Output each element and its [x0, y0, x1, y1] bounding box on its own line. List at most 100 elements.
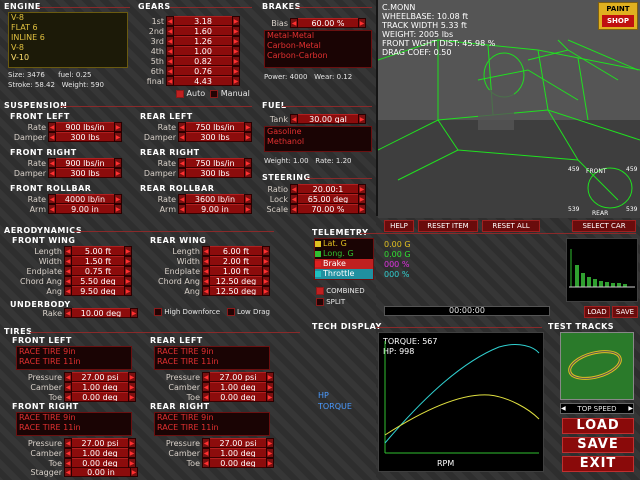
tire-rl-camber-value[interactable]: 1.00 deg: [210, 382, 266, 392]
tire-fl-compound-list[interactable]: RACE TIRE 9in RACE TIRE 11in: [16, 346, 132, 370]
susp-rrb-arm-value[interactable]: 9.00 in: [186, 204, 244, 214]
tire-fl-toe-field[interactable]: ◀ 0.00 deg ▶: [64, 392, 136, 402]
tire-option[interactable]: RACE TIRE 9in: [17, 347, 131, 357]
manual-checkbox[interactable]: [210, 89, 219, 98]
tire-option[interactable]: RACE TIRE 9in: [17, 413, 131, 423]
increase-arrow-icon[interactable]: ▶: [124, 256, 132, 266]
decrease-arrow-icon[interactable]: ◀: [48, 122, 56, 132]
steering-ratio-value[interactable]: 20.00:1: [298, 184, 358, 194]
aero-rw-length-field[interactable]: ◀ 6.00 ft ▶: [202, 246, 270, 256]
susp-rrb-arm-field[interactable]: ◀ 9.00 in ▶: [178, 204, 252, 214]
tire-option[interactable]: RACE TIRE 11in: [17, 423, 131, 433]
increase-arrow-icon[interactable]: ▶: [128, 392, 136, 402]
telemetry-load-button[interactable]: LOAD: [584, 306, 610, 318]
tire-rl-pressure-value[interactable]: 27.00 psi: [210, 372, 266, 382]
gear-0-value[interactable]: 3.18: [174, 16, 232, 26]
high-downforce-checkbox[interactable]: [154, 308, 162, 316]
tire-fr-compound-list[interactable]: RACE TIRE 9in RACE TIRE 11in: [16, 412, 132, 436]
telemetry-channel[interactable]: Lat. G: [315, 239, 373, 249]
aero-fw-length-field[interactable]: ◀ 5.00 ft ▶: [64, 246, 132, 256]
increase-arrow-icon[interactable]: ▶: [266, 382, 274, 392]
decrease-arrow-icon[interactable]: ◀: [202, 256, 210, 266]
decrease-arrow-icon[interactable]: ◀: [166, 16, 174, 26]
decrease-arrow-icon[interactable]: ◀: [290, 204, 298, 214]
tire-rr-toe-field[interactable]: ◀ 0.00 deg ▶: [202, 458, 274, 468]
steering-ratio-field[interactable]: ◀ 20.00:1 ▶: [290, 184, 366, 194]
increase-arrow-icon[interactable]: ▶: [244, 168, 252, 178]
aero-rw-width-field[interactable]: ◀ 2.00 ft ▶: [202, 256, 270, 266]
aero-fw-end-value[interactable]: 0.75 ft: [72, 266, 124, 276]
increase-arrow-icon[interactable]: ▶: [114, 122, 122, 132]
aero-fw-ang-value[interactable]: 9.50 deg: [72, 286, 124, 296]
susp-fl-damper-field[interactable]: ◀ 300 lbs ▶: [48, 132, 122, 142]
increase-arrow-icon[interactable]: ▶: [358, 204, 366, 214]
select-car-button[interactable]: SELECT CAR: [572, 220, 636, 232]
telemetry-save-button[interactable]: SAVE: [612, 306, 638, 318]
aero-fw-width-value[interactable]: 1.50 ft: [72, 256, 124, 266]
increase-arrow-icon[interactable]: ▶: [244, 204, 252, 214]
increase-arrow-icon[interactable]: ▶: [358, 18, 366, 28]
rake-field[interactable]: ◀ 10.00 deg ▶: [64, 308, 138, 318]
stagger-value[interactable]: 0.00 in: [72, 467, 130, 477]
tire-option[interactable]: RACE TIRE 11in: [155, 357, 269, 367]
steering-scale-value[interactable]: 70.00 %: [298, 204, 358, 214]
decrease-arrow-icon[interactable]: ◀: [202, 276, 210, 286]
aero-rw-end-field[interactable]: ◀ 1.00 ft ▶: [202, 266, 270, 276]
susp-frb-rate-field[interactable]: ◀ 4000 lb/in ▶: [48, 194, 122, 204]
decrease-arrow-icon[interactable]: ◀: [166, 76, 174, 86]
decrease-arrow-icon[interactable]: ◀: [202, 448, 210, 458]
decrease-arrow-icon[interactable]: ◀: [64, 276, 72, 286]
increase-arrow-icon[interactable]: ▶: [232, 26, 240, 36]
increase-arrow-icon[interactable]: ▶: [128, 448, 136, 458]
gear-4-field[interactable]: ◀ 0.82 ▶: [166, 56, 240, 66]
increase-arrow-icon[interactable]: ▶: [124, 286, 132, 296]
increase-arrow-icon[interactable]: ▶: [114, 158, 122, 168]
increase-arrow-icon[interactable]: ▶: [358, 184, 366, 194]
telemetry-channel[interactable]: Long. G: [315, 249, 373, 259]
brake-option[interactable]: Carbon-Carbon: [265, 51, 371, 61]
aero-fw-ang-field[interactable]: ◀ 9.50 deg ▶: [64, 286, 132, 296]
increase-arrow-icon[interactable]: ▶: [124, 246, 132, 256]
decrease-arrow-icon[interactable]: ◀: [178, 194, 186, 204]
track-preview[interactable]: [560, 332, 634, 400]
aero-rw-chord-value[interactable]: 12.50 deg: [210, 276, 262, 286]
susp-fl-rate-field[interactable]: ◀ 900 lbs/in ▶: [48, 122, 122, 132]
susp-fl-rate-value[interactable]: 900 lbs/in: [56, 122, 114, 132]
fuel-type-list[interactable]: Gasoline Methanol: [264, 126, 372, 152]
gear-5-field[interactable]: ◀ 0.76 ▶: [166, 66, 240, 76]
gear-5-value[interactable]: 0.76: [174, 66, 232, 76]
increase-arrow-icon[interactable]: ▶: [244, 132, 252, 142]
tire-fr-pressure-value[interactable]: 27.00 psi: [72, 438, 128, 448]
aero-rw-length-value[interactable]: 6.00 ft: [210, 246, 262, 256]
engine-option[interactable]: INLINE 6: [9, 33, 127, 43]
increase-arrow-icon[interactable]: ▶: [128, 458, 136, 468]
increase-arrow-icon[interactable]: ▶: [266, 438, 274, 448]
increase-arrow-icon[interactable]: ▶: [124, 266, 132, 276]
susp-frb-arm-field[interactable]: ◀ 9.00 in ▶: [48, 204, 122, 214]
susp-fr-damper-value[interactable]: 300 lbs: [56, 168, 114, 178]
tire-fl-camber-value[interactable]: 1.00 deg: [72, 382, 128, 392]
aero-fw-end-field[interactable]: ◀ 0.75 ft ▶: [64, 266, 132, 276]
tire-fl-pressure-value[interactable]: 27.00 psi: [72, 372, 128, 382]
increase-arrow-icon[interactable]: ▶: [244, 122, 252, 132]
tire-fr-camber-value[interactable]: 1.00 deg: [72, 448, 128, 458]
tire-option[interactable]: RACE TIRE 9in: [155, 347, 269, 357]
increase-arrow-icon[interactable]: ▶: [232, 46, 240, 56]
tire-fr-pressure-field[interactable]: ◀ 27.00 psi ▶: [64, 438, 136, 448]
increase-arrow-icon[interactable]: ▶: [262, 246, 270, 256]
increase-arrow-icon[interactable]: ▶: [358, 114, 366, 124]
tire-rr-compound-list[interactable]: RACE TIRE 9in RACE TIRE 11in: [154, 412, 270, 436]
decrease-arrow-icon[interactable]: ◀: [290, 194, 298, 204]
auto-checkbox[interactable]: [176, 89, 184, 98]
tire-rl-toe-field[interactable]: ◀ 0.00 deg ▶: [202, 392, 274, 402]
susp-fr-damper-field[interactable]: ◀ 300 lbs ▶: [48, 168, 122, 178]
tire-rr-camber-value[interactable]: 1.00 deg: [210, 448, 266, 458]
tank-field[interactable]: ◀ 30.00 gal ▶: [290, 114, 366, 124]
decrease-arrow-icon[interactable]: ◀: [178, 122, 186, 132]
brake-type-list[interactable]: Metal-Metal Carbon-Metal Carbon-Carbon: [264, 30, 372, 68]
increase-arrow-icon[interactable]: ▶: [232, 76, 240, 86]
engine-option-selected[interactable]: V-10: [9, 53, 127, 63]
decrease-arrow-icon[interactable]: ◀: [202, 458, 210, 468]
aero-fw-width-field[interactable]: ◀ 1.50 ft ▶: [64, 256, 132, 266]
low-drag-checkbox[interactable]: [226, 308, 235, 316]
